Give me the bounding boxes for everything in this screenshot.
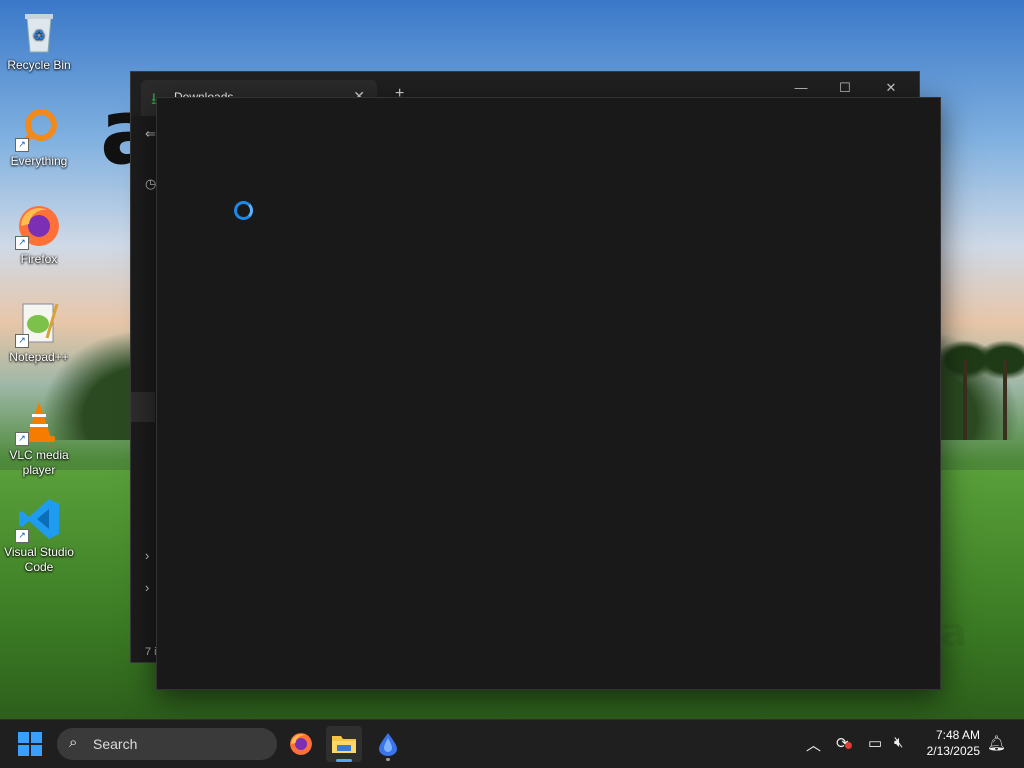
loading-spinner-icon: [234, 201, 253, 220]
svg-text:♻: ♻: [33, 27, 46, 43]
taskbar-clock[interactable]: 7:48 AM 2/13/2025: [927, 727, 980, 759]
firefox-icon: ↗: [15, 204, 61, 250]
loading-window[interactable]: [156, 97, 941, 690]
sync-icon[interactable]: ⟳: [836, 734, 852, 752]
desktop-icon-recycle-bin[interactable]: ♻ Recycle Bin: [4, 10, 74, 73]
search-icon: ⌕: [69, 734, 78, 751]
desktop-icon-label: Firefox: [20, 252, 58, 266]
desktop-icon-everything[interactable]: ↗ Everything: [4, 106, 74, 169]
notepad-plus-plus-icon: ↗: [15, 302, 61, 348]
desktop-icon-label: Everything: [10, 154, 68, 168]
taskbar-file-explorer-button[interactable]: [326, 726, 362, 762]
taskbar-firefox-button[interactable]: [283, 726, 319, 762]
show-hidden-icons-chevron-icon[interactable]: ︿: [806, 734, 821, 755]
status-bar-text: 7 i: [145, 646, 157, 658]
taskbar-app-button[interactable]: [370, 726, 406, 762]
search-placeholder: Search: [93, 736, 138, 752]
back-arrow-icon[interactable]: ⇐: [145, 126, 156, 142]
taskbar: ⌕ Search ︿ ⟳ ▭ 🔇︎ 7:48 AM 2/13/2025 🔔︎: [0, 719, 1024, 768]
desktop-icon-notepad-plus-plus[interactable]: ↗ Notepad++: [4, 302, 74, 365]
desktop-icon-label: Recycle Bin: [7, 58, 71, 72]
display-icon[interactable]: ▭: [868, 734, 882, 752]
desktop-icon-vscode[interactable]: ↗ Visual Studio Code: [4, 497, 74, 575]
volume-muted-icon[interactable]: 🔇︎: [894, 734, 903, 751]
selected-nav-item[interactable]: [131, 392, 155, 422]
everything-search-icon: ↗: [15, 106, 61, 152]
firefox-icon: [290, 733, 312, 755]
blue-app-icon: [379, 733, 397, 756]
desktop-icon-label: Visual Studio Code: [4, 545, 74, 574]
taskbar-search-box[interactable]: ⌕ Search: [57, 728, 277, 760]
notifications-bell-icon[interactable]: 🔔︎: [987, 734, 1006, 752]
start-button[interactable]: [18, 732, 42, 756]
vlc-icon: ↗: [15, 400, 61, 446]
desktop-icon-label: Notepad++: [9, 350, 69, 364]
desktop-icon-label: VLC media player: [9, 448, 69, 477]
recent-icon[interactable]: ◷: [145, 176, 156, 192]
chevron-right-icon[interactable]: ›: [145, 548, 149, 563]
desktop-icon-firefox[interactable]: ↗ Firefox: [4, 204, 74, 267]
folder-icon: [332, 736, 356, 753]
vscode-icon: ↗: [15, 497, 61, 543]
recycle-bin-icon: ♻: [17, 10, 61, 54]
chevron-right-icon[interactable]: ›: [145, 580, 149, 595]
clock-date: 2/13/2025: [926, 744, 980, 758]
clock-time: 7:48 AM: [935, 728, 980, 742]
desktop-icon-vlc[interactable]: ↗ VLC media player: [4, 400, 74, 478]
